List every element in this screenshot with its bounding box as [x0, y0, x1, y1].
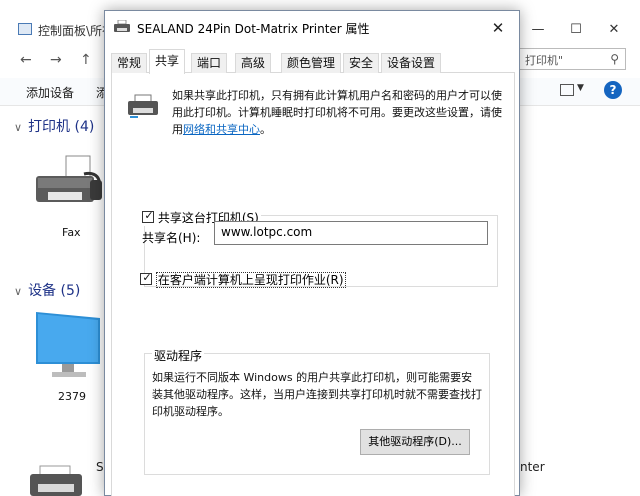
tab-strip: 常规 共享 端口 高级 颜色管理 安全 设备设置: [111, 49, 515, 74]
tab-color-management[interactable]: 颜色管理: [281, 53, 342, 73]
maximize-icon[interactable]: ☐: [566, 21, 586, 39]
help-icon[interactable]: ?: [604, 81, 622, 99]
checkmark-icon: ✓: [142, 271, 152, 284]
sharing-description: 如果共享此打印机，只有拥有此计算机用户名和密码的用户才可以使用此打印机。计算机睡…: [172, 87, 508, 138]
tab-advanced[interactable]: 高级: [235, 53, 272, 73]
forward-arrow-icon[interactable]: →: [50, 52, 62, 68]
monitor-device-label: 2379: [58, 390, 86, 403]
tab-sharing[interactable]: 共享: [149, 49, 186, 74]
tab-ports[interactable]: 端口: [191, 53, 228, 73]
up-arrow-icon[interactable]: ↑: [80, 52, 92, 68]
dialog-titlebar: SEALAND 24Pin Dot-Matrix Printer 属性 ✕: [105, 11, 519, 45]
tab-general[interactable]: 常规: [111, 53, 148, 73]
fax-device-icon[interactable]: [30, 152, 110, 212]
sharing-tab-panel: 如果共享此打印机，只有拥有此计算机用户名和密码的用户才可以使用此打印机。计算机睡…: [111, 73, 515, 496]
chevron-down-icon: ∨: [14, 121, 23, 134]
drivers-description: 如果运行不同版本 Windows 的用户共享此打印机，则可能需要安装其他驱动程序…: [152, 371, 482, 418]
network-sharing-center-link[interactable]: 网络和共享中心: [183, 123, 260, 136]
close-window-icon[interactable]: ✕: [604, 21, 624, 39]
device-label-partial-right: nter: [520, 460, 545, 474]
search-placeholder: 打印机": [525, 54, 564, 67]
shared-printer-icon: [128, 94, 158, 118]
control-panel-icon: [18, 23, 32, 35]
additional-drivers-button[interactable]: 其他驱动程序(D)...: [360, 429, 470, 455]
printers-group-label: 打印机 (4): [28, 119, 95, 135]
share-name-input[interactable]: www.lotpc.com: [214, 221, 488, 245]
checkmark-icon: ✓: [144, 209, 154, 222]
minimize-icon[interactable]: —: [528, 21, 548, 39]
search-input[interactable]: 打印机" ⚲: [514, 48, 626, 70]
render-jobs-checkbox[interactable]: ✓: [140, 271, 152, 285]
devices-group-label: 设备 (5): [28, 283, 81, 299]
printer-device-icon[interactable]: [28, 464, 88, 496]
printer-properties-dialog: SEALAND 24Pin Dot-Matrix Printer 属性 ✕ 常规…: [104, 10, 520, 496]
back-arrow-icon[interactable]: ←: [20, 52, 32, 68]
view-options-icon[interactable]: [560, 84, 574, 96]
monitor-device-icon[interactable]: [30, 308, 110, 384]
close-icon[interactable]: ✕: [487, 19, 509, 37]
drivers-group-title: 驱动程序: [152, 347, 205, 364]
chevron-down-icon[interactable]: ▼: [577, 83, 584, 93]
control-panel-title: 控制面板\所有: [38, 24, 115, 38]
render-jobs-label[interactable]: 在客户端计算机上呈现打印作业(R): [155, 272, 346, 288]
share-printer-checkbox[interactable]: ✓: [142, 209, 154, 223]
share-name-label: 共享名(H):: [142, 231, 201, 245]
chevron-down-icon: ∨: [14, 285, 23, 298]
tab-security[interactable]: 安全: [343, 53, 380, 73]
printers-group-header[interactable]: ∨ 打印机 (4): [14, 116, 94, 136]
tab-device-settings[interactable]: 设备设置: [381, 53, 442, 73]
device-label-partial: S: [96, 460, 104, 474]
fax-device-label: Fax: [62, 226, 81, 239]
printer-icon: [114, 20, 130, 32]
search-icon[interactable]: ⚲: [610, 52, 619, 66]
sharing-description-end: 。: [260, 123, 271, 136]
render-jobs-checkbox-row[interactable]: ✓ 在客户端计算机上呈现打印作业(R): [140, 271, 346, 288]
add-device-button[interactable]: 添加设备: [26, 84, 74, 101]
dialog-title: SEALAND 24Pin Dot-Matrix Printer 属性: [137, 22, 370, 36]
devices-group-header[interactable]: ∨ 设备 (5): [14, 280, 80, 300]
